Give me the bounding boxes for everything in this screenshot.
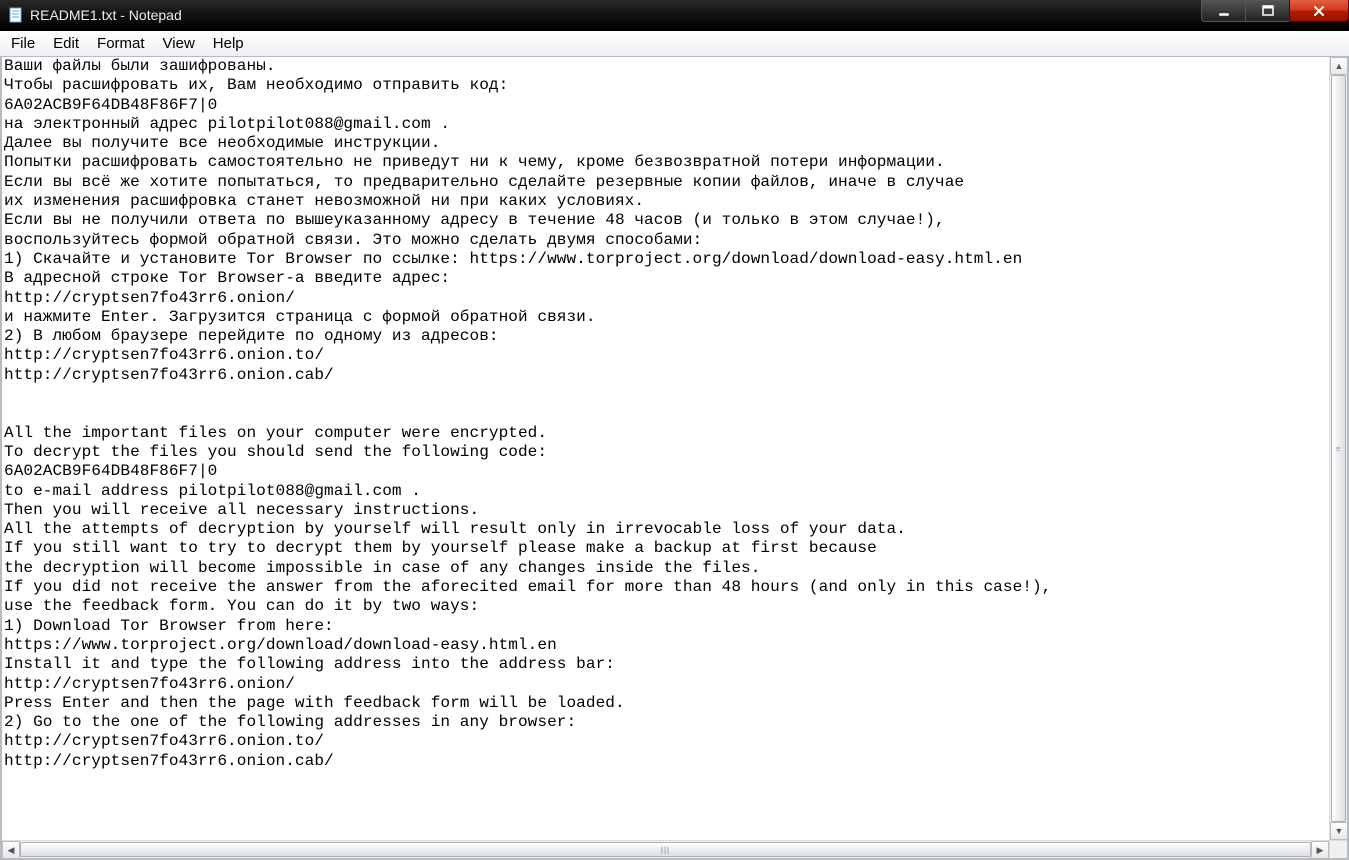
window-title: README1.txt - Notepad — [30, 7, 182, 23]
minimize-button[interactable] — [1201, 0, 1246, 22]
window-controls — [1202, 0, 1349, 22]
chevron-up-icon: ▲ — [1335, 61, 1344, 71]
chevron-right-icon: ▶ — [1317, 845, 1324, 856]
scrollbar-corner — [1329, 840, 1347, 858]
scroll-up-button[interactable]: ▲ — [1330, 57, 1348, 75]
vertical-scroll-thumb[interactable]: ≡ — [1331, 75, 1346, 822]
notepad-icon — [8, 7, 24, 23]
chevron-left-icon: ◀ — [8, 845, 15, 856]
scroll-down-button[interactable]: ▼ — [1330, 822, 1348, 840]
horizontal-scroll-track[interactable]: ||| — [20, 841, 1311, 858]
close-button[interactable] — [1289, 0, 1349, 22]
editor-viewport: Ваши файлы были зашифрованы. Чтобы расши… — [2, 57, 1329, 840]
grip-icon: ≡ — [1336, 444, 1342, 453]
close-icon — [1312, 5, 1326, 17]
menu-format[interactable]: Format — [88, 31, 154, 56]
grip-icon: ||| — [661, 845, 670, 854]
horizontal-scrollbar[interactable]: ◀ ||| ▶ — [2, 840, 1329, 858]
menu-bar: File Edit Format View Help — [0, 31, 1349, 57]
maximize-icon — [1262, 5, 1274, 17]
scroll-right-button[interactable]: ▶ — [1311, 841, 1329, 859]
notepad-window: README1.txt - Notepad File Edit Format V… — [0, 0, 1349, 860]
scroll-left-button[interactable]: ◀ — [2, 841, 20, 859]
menu-view[interactable]: View — [154, 31, 204, 56]
title-bar[interactable]: README1.txt - Notepad — [0, 0, 1349, 31]
client-area: Ваши файлы были зашифрованы. Чтобы расши… — [0, 57, 1349, 860]
vertical-scroll-track[interactable]: ≡ — [1330, 75, 1347, 822]
menu-edit[interactable]: Edit — [44, 31, 88, 56]
vertical-scrollbar[interactable]: ▲ ≡ ▼ — [1329, 57, 1347, 840]
minimize-icon — [1218, 5, 1230, 17]
maximize-button[interactable] — [1245, 0, 1290, 22]
text-editor[interactable]: Ваши файлы были зашифрованы. Чтобы расши… — [2, 57, 1329, 771]
chevron-down-icon: ▼ — [1335, 826, 1344, 836]
menu-file[interactable]: File — [2, 31, 44, 56]
horizontal-scroll-thumb[interactable]: ||| — [20, 842, 1311, 857]
menu-help[interactable]: Help — [204, 31, 253, 56]
